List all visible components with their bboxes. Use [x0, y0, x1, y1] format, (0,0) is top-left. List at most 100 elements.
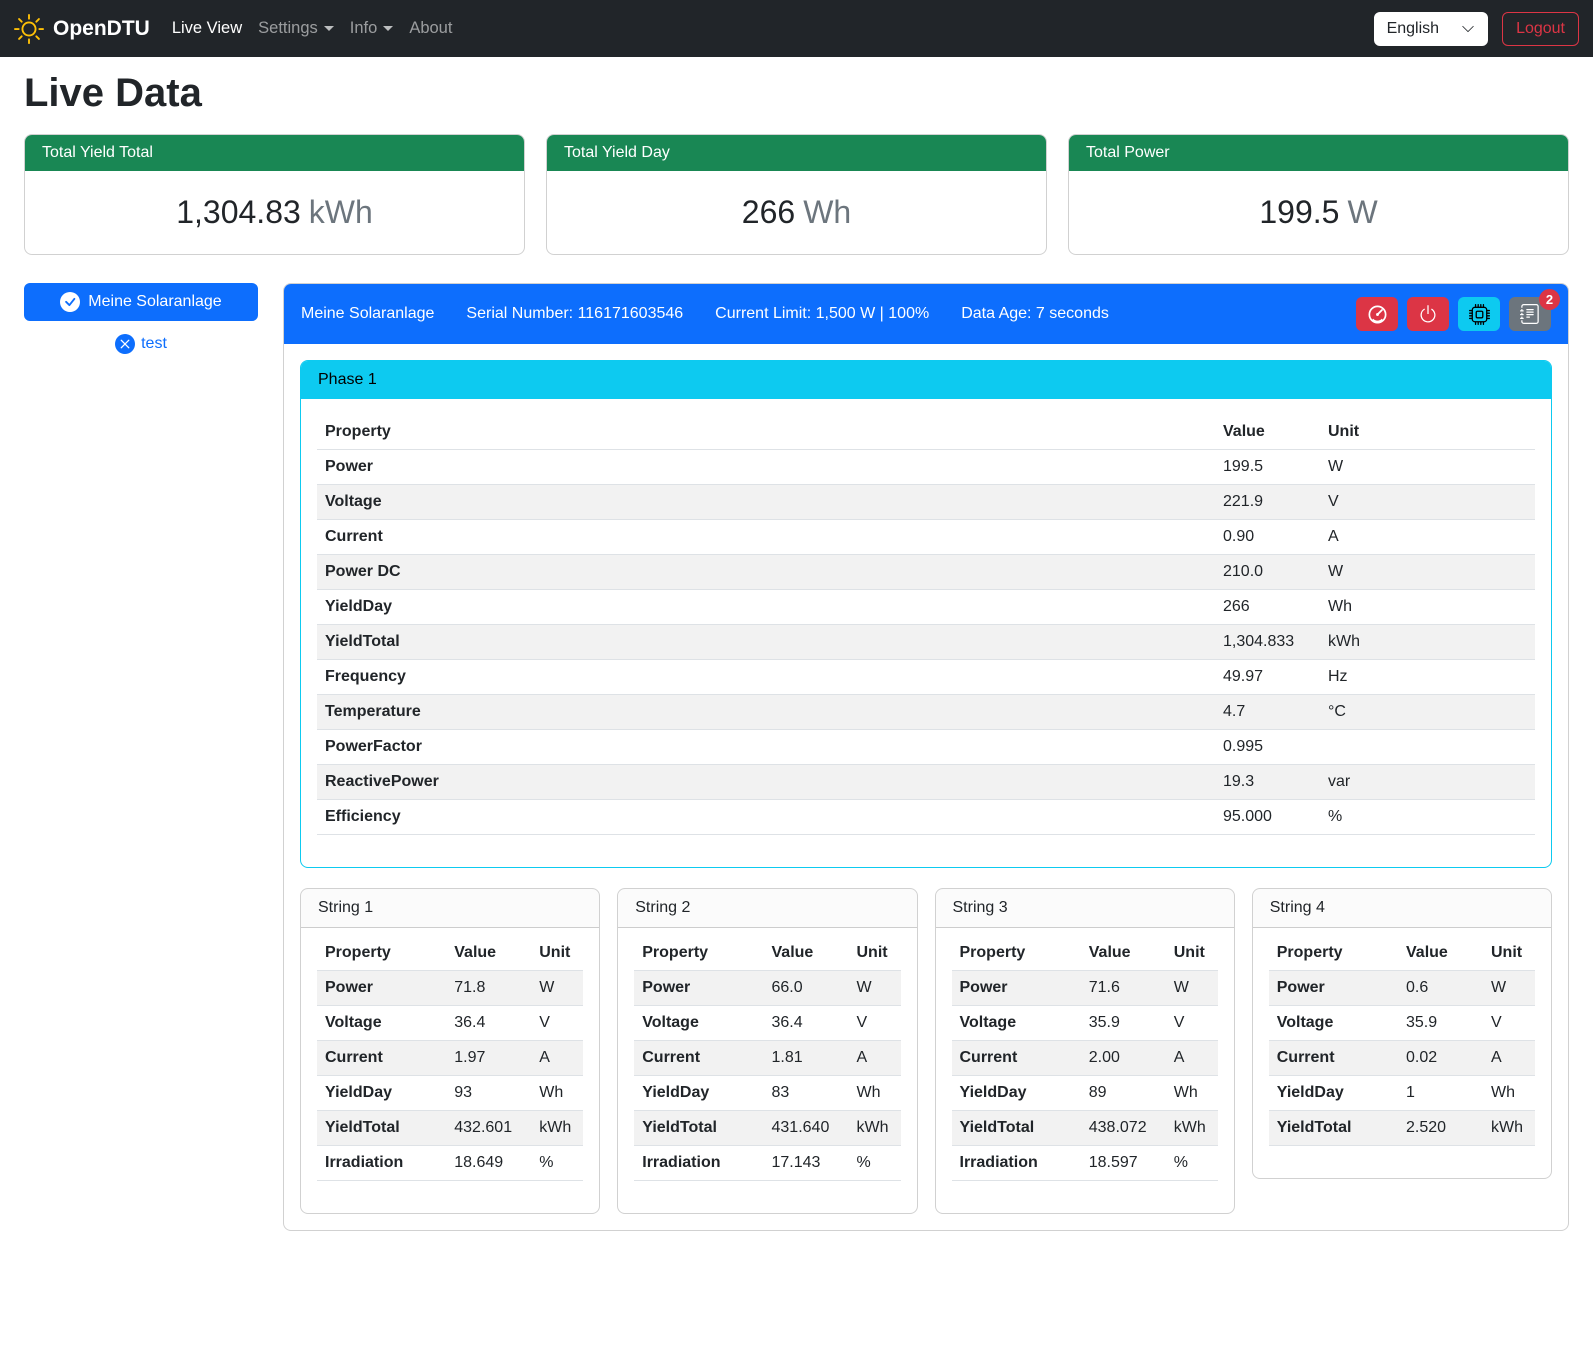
property-cell: YieldTotal — [634, 1111, 763, 1146]
total-power-value: 199.5 — [1259, 194, 1339, 230]
total-yield-total-unit: kWh — [309, 194, 373, 230]
table-row: Irradiation 18.649 % — [317, 1146, 583, 1181]
strings-row: String 1 Property Value Unit — [300, 888, 1552, 1214]
string-card-title: String 2 — [618, 889, 916, 928]
value-cell: 0.90 — [1215, 520, 1320, 555]
value-cell: 35.9 — [1398, 1006, 1483, 1041]
event-count-badge: 2 — [1539, 289, 1560, 310]
unit-cell: kWh — [849, 1111, 901, 1146]
unit-cell: kWh — [1166, 1111, 1218, 1146]
unit-cell: V — [1166, 1006, 1218, 1041]
column-value: Value — [1081, 936, 1166, 971]
table-row: Current 1.97 A — [317, 1041, 583, 1076]
logout-button[interactable]: Logout — [1502, 12, 1579, 46]
property-cell: Power — [317, 450, 1215, 485]
speedometer-icon — [1367, 304, 1388, 325]
table-row: YieldTotal 431.640 kWh — [634, 1111, 900, 1146]
table-row: Power DC 210.0 W — [317, 555, 1535, 590]
value-cell: 2.00 — [1081, 1041, 1166, 1076]
nav-item-settings[interactable]: Settings — [258, 19, 334, 38]
unit-cell: V — [1483, 1006, 1535, 1041]
string-card-title: String 3 — [936, 889, 1234, 928]
table-header-row: Property Value Unit — [317, 415, 1535, 450]
value-cell: 199.5 — [1215, 450, 1320, 485]
device-info-button[interactable] — [1458, 297, 1500, 331]
total-power-unit: W — [1347, 194, 1377, 230]
value-cell: 71.6 — [1081, 971, 1166, 1006]
value-cell: 89 — [1081, 1076, 1166, 1111]
limit-settings-button[interactable] — [1356, 297, 1398, 331]
power-button[interactable] — [1407, 297, 1449, 331]
unit-cell: W — [1483, 971, 1535, 1006]
string-table: Property Value Unit — [317, 936, 583, 1181]
value-cell: 17.143 — [764, 1146, 849, 1181]
summary-cards-row: Total Yield Total 1,304.83kWh Total Yiel… — [24, 134, 1569, 255]
property-cell: YieldTotal — [317, 625, 1215, 660]
column-unit: Unit — [531, 936, 583, 971]
table-row: Voltage 221.9 V — [317, 485, 1535, 520]
unit-cell: A — [1483, 1041, 1535, 1076]
unit-cell: % — [849, 1146, 901, 1181]
unit-cell: % — [1166, 1146, 1218, 1181]
total-yield-day-value: 266 — [742, 194, 795, 230]
unit-cell: Wh — [1320, 590, 1535, 625]
unit-cell — [1320, 730, 1535, 765]
card-body: 1,304.83kWh — [25, 171, 524, 254]
table-row: YieldDay 266 Wh — [317, 590, 1535, 625]
table-row: YieldDay 1 Wh — [1269, 1076, 1535, 1111]
inverter-selected-button[interactable]: Meine Solaranlage — [24, 283, 258, 321]
table-row: Voltage 36.4 V — [634, 1006, 900, 1041]
chevron-down-icon — [324, 26, 334, 31]
property-cell: Irradiation — [634, 1146, 763, 1181]
property-cell: YieldDay — [952, 1076, 1081, 1111]
table-row: Frequency 49.97 Hz — [317, 660, 1535, 695]
unit-cell: A — [531, 1041, 583, 1076]
property-cell: Irradiation — [952, 1146, 1081, 1181]
property-cell: Voltage — [952, 1006, 1081, 1041]
property-cell: Power — [952, 971, 1081, 1006]
unit-cell: Wh — [849, 1076, 901, 1111]
property-cell: Power DC — [317, 555, 1215, 590]
unit-cell: Wh — [1483, 1076, 1535, 1111]
value-cell: 1 — [1398, 1076, 1483, 1111]
property-cell: Power — [634, 971, 763, 1006]
column-property: Property — [634, 936, 763, 971]
chevron-down-icon — [383, 26, 393, 31]
value-cell: 66.0 — [764, 971, 849, 1006]
property-cell: Current — [1269, 1041, 1398, 1076]
nav-item-about[interactable]: About — [409, 19, 452, 38]
language-select[interactable]: English — [1374, 12, 1488, 46]
table-row: YieldTotal 2.520 kWh — [1269, 1111, 1535, 1146]
unit-cell: W — [531, 971, 583, 1006]
value-cell: 1.97 — [446, 1041, 531, 1076]
string-card-body: Property Value Unit — [618, 928, 916, 1213]
unit-cell: W — [1320, 555, 1535, 590]
table-row: PowerFactor 0.995 — [317, 730, 1535, 765]
card-header: Total Power — [1069, 135, 1568, 171]
event-log-button[interactable]: 2 — [1509, 297, 1551, 331]
phase-panel-title: Phase 1 — [301, 361, 1551, 399]
brand[interactable]: OpenDTU — [14, 14, 150, 44]
property-cell: Current — [317, 1041, 446, 1076]
table-row: YieldTotal 1,304.833 kWh — [317, 625, 1535, 660]
column-value: Value — [1215, 415, 1320, 450]
inverter-name: Meine Solaranlage — [301, 305, 434, 323]
column-property: Property — [952, 936, 1081, 971]
nav-item-live-view[interactable]: Live View — [172, 19, 242, 38]
property-cell: Frequency — [317, 660, 1215, 695]
string-table: Property Value Unit — [952, 936, 1218, 1181]
value-cell: 266 — [1215, 590, 1320, 625]
inverter-limit: Current Limit: 1,500 W | 100% — [715, 305, 929, 323]
table-row: Power 66.0 W — [634, 971, 900, 1006]
table-row: Power 71.8 W — [317, 971, 583, 1006]
value-cell: 1,304.833 — [1215, 625, 1320, 660]
inverter-card-body: Phase 1 Property Value Unit — [284, 344, 1568, 1230]
property-cell: Voltage — [634, 1006, 763, 1041]
nav-item-info[interactable]: Info — [350, 19, 394, 38]
string-card: String 3 Property Value Unit — [935, 888, 1235, 1214]
property-cell: YieldDay — [1269, 1076, 1398, 1111]
unit-cell: kWh — [1483, 1111, 1535, 1146]
string-card-title: String 1 — [301, 889, 599, 928]
table-row: YieldTotal 438.072 kWh — [952, 1111, 1218, 1146]
inverter-item-test[interactable]: test — [24, 334, 258, 354]
